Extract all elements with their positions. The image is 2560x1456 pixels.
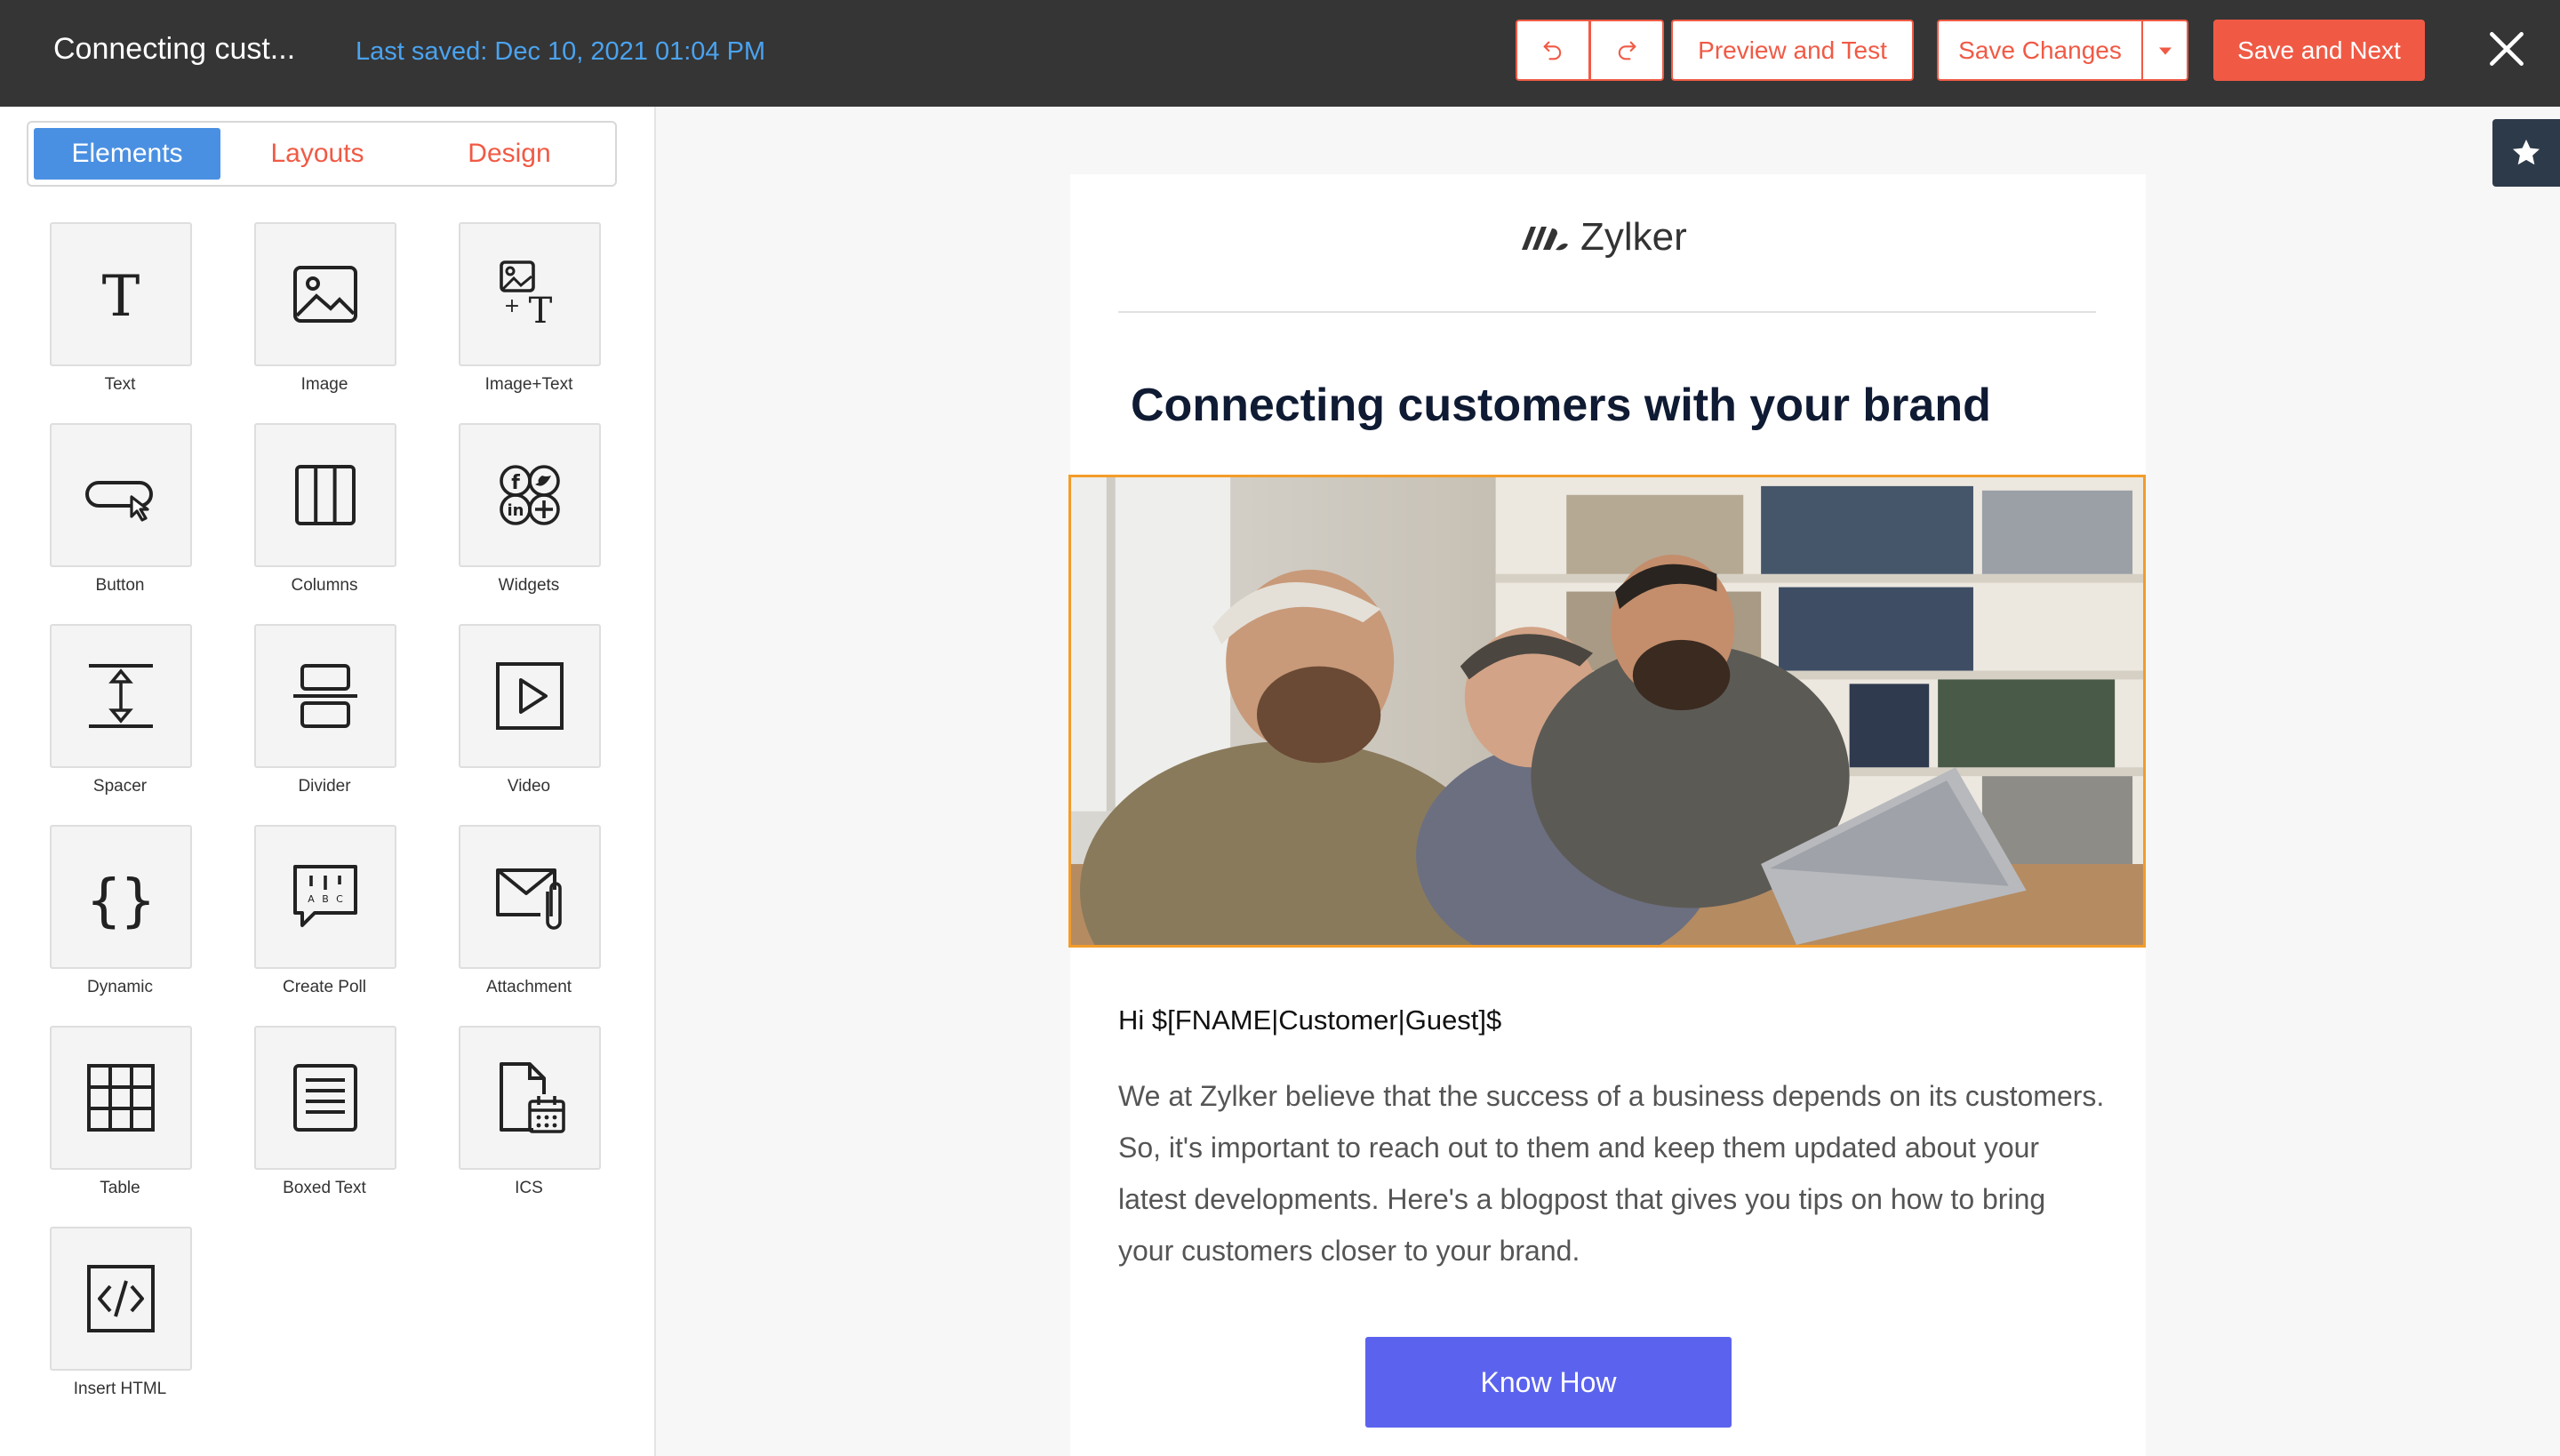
redo-icon [1618,41,1636,60]
preview-and-test-button[interactable]: Preview and Test [1671,20,1914,81]
element-label: Video [507,777,551,796]
element-widgets[interactable]: f in [459,423,601,567]
header-divider [1118,311,2096,313]
svg-text:C: C [336,893,343,905]
spacer-icon [89,664,153,728]
calendar-file-icon [500,1062,565,1133]
svg-text:B: B [322,893,329,905]
svg-text:A: A [308,893,315,905]
columns-icon [295,465,356,525]
save-options-dropdown[interactable] [2141,20,2188,81]
curly-braces-icon: {} [86,868,155,934]
element-insert-html[interactable] [50,1227,192,1371]
brand-logo[interactable]: Zylker [1518,215,1687,260]
element-image[interactable] [254,222,396,366]
svg-text:f: f [511,472,520,494]
hero-photo [1071,477,2143,945]
tab-elements[interactable]: Elements [34,128,220,180]
element-label: Table [100,1179,140,1197]
element-image-text[interactable]: + T [459,222,601,366]
text-icon: T [102,264,140,330]
element-label: Button [95,576,145,595]
boxed-text-icon [293,1064,357,1132]
video-icon [496,662,564,730]
element-label: Widgets [498,576,560,595]
element-spacer[interactable] [50,624,192,768]
social-widgets-icon: f in [500,465,560,525]
tab-layouts[interactable]: Layouts [224,128,411,180]
button-icon [85,481,153,522]
element-columns[interactable] [254,423,396,567]
undo-button[interactable] [1516,20,1590,81]
campaign-title[interactable]: Connecting cust... [53,32,295,67]
undo-icon [1543,41,1562,60]
element-label: Text [104,375,136,394]
svg-text:T: T [102,264,140,330]
element-ics[interactable] [459,1026,601,1170]
top-bar: Connecting cust... Last saved: Dec 10, 2… [0,0,2560,107]
svg-text:{}: {} [86,868,155,934]
element-label: Boxed Text [283,1179,366,1197]
email-greeting[interactable]: Hi $[FNAME|Customer|Guest]$ [1118,1004,1501,1036]
email-headline[interactable]: Connecting customers with your brand [1131,379,1991,432]
know-how-button[interactable]: Know How [1365,1337,1732,1428]
svg-text:in: in [508,501,524,520]
image-text-icon: + T [500,260,553,332]
save-changes-button[interactable]: Save Changes [1937,20,2143,81]
element-table[interactable] [50,1026,192,1170]
save-and-next-button[interactable]: Save and Next [2213,20,2425,81]
element-boxed-text[interactable] [254,1026,396,1170]
element-button[interactable] [50,423,192,567]
favorites-tab[interactable] [2492,119,2560,187]
svg-text:T: T [529,291,553,332]
email-body-paragraph[interactable]: We at Zylker believe that the success of… [1118,1070,2105,1276]
brand-name: Zylker [1580,215,1687,259]
element-label: Dynamic [87,978,153,996]
star-icon [2512,139,2540,165]
svg-text:+: + [504,295,520,317]
attachment-icon [496,868,562,930]
element-label: Spacer [92,777,148,796]
elements-panel: Elements Layouts Design T Text Image + T… [0,107,656,1456]
poll-icon: A B C [293,865,357,927]
code-icon [87,1265,155,1332]
element-label: Columns [291,576,358,595]
element-create-poll[interactable]: A B C [254,825,396,969]
caret-down-icon [2158,47,2172,55]
element-label: Image+Text [484,375,573,394]
element-label: Insert HTML [73,1380,167,1398]
tab-design[interactable]: Design [416,128,603,180]
email-canvas: Zylker Connecting customers with your br… [1068,174,2146,1456]
divider-icon [293,664,357,728]
element-label: ICS [515,1179,543,1197]
element-attachment[interactable] [459,825,601,969]
image-icon [293,266,357,323]
zylker-logo-icon [1522,227,1568,251]
hero-image-selected[interactable] [1068,475,2146,948]
close-icon[interactable] [2484,27,2529,71]
element-divider[interactable] [254,624,396,768]
element-text[interactable]: T [50,222,192,366]
element-label: Image [300,375,348,394]
element-label: Attachment [485,978,572,996]
element-label: Divider [298,777,351,796]
redo-button[interactable] [1589,20,1664,81]
element-label: Create Poll [283,978,366,996]
panel-tabs: Elements Layouts Design [27,121,617,187]
table-icon [87,1064,155,1132]
last-saved-status: Last saved: Dec 10, 2021 01:04 PM [356,37,766,66]
element-dynamic[interactable]: {} [50,825,192,969]
element-video[interactable] [459,624,601,768]
